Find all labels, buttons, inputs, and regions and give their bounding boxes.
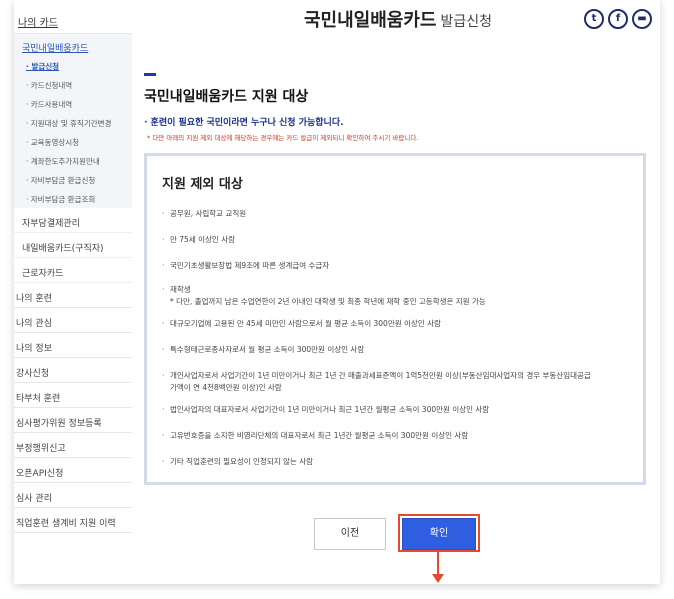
exclusion-text: 개인사업자로서 사업기간이 1년 미만이거나 최근 1년 간 매출과세표준액이 … <box>170 371 591 380</box>
confirm-button[interactable]: 확인 <box>402 518 476 550</box>
exclusion-item: · 개인사업자로서 사업기간이 1년 미만이거나 최근 1년 간 매출과세표준액이… <box>162 370 642 394</box>
sidebar-menu-item[interactable]: 나의 정보 <box>14 333 132 358</box>
exclusion-list: · 공무원, 사립학교 교직원 · 만 75세 이상인 사람 · 국민기초생활보장법 제9… <box>162 208 642 468</box>
sidebar-link[interactable]: · 카드신청내역 <box>14 75 132 94</box>
page-title-main: 국민내일배움카드 <box>304 10 437 31</box>
page-frame: 나의 카드 국민내일배움카드 · 발급신청 · 카드신청내역 · 카드사용내역 · 지… <box>14 0 660 584</box>
facebook-icon[interactable]: f <box>608 9 628 29</box>
sidebar-menu-item[interactable]: 강사신청 <box>14 358 132 383</box>
section-accent-bar <box>144 73 156 76</box>
exclusion-text: 기타 직업훈련의 필요성이 인정되지 않는 사람 <box>170 457 314 466</box>
exclusion-item: · 법인사업자의 대표자로서 사업기간이 1년 미만이거나 최근 1년간 월평균 … <box>162 404 642 416</box>
page-title: 국민내일배움카드 발급신청 <box>304 6 492 32</box>
bullet-icon: · <box>162 345 165 354</box>
sidebar-menu-item[interactable]: 오픈API신청 <box>14 458 132 483</box>
sidebar-item[interactable]: 내일배움카드(구직자) <box>14 233 132 258</box>
arrow-down-icon <box>432 574 444 583</box>
section-title: 국민내일배움카드 지원 대상 <box>144 89 309 105</box>
sidebar-link[interactable]: · 계좌한도추가지원안내 <box>14 151 132 170</box>
sidebar-menu-item[interactable]: 심사평가위원 정보등록 <box>14 408 132 433</box>
exclusion-item: · 공무원, 사립학교 교직원 <box>162 208 642 220</box>
sidebar-menu-item[interactable]: 나의 훈련 <box>14 283 132 308</box>
sidebar-link[interactable]: · 발급신청 <box>14 56 132 75</box>
sidebar-link[interactable]: · 자비부담금 환급조회 <box>14 189 132 208</box>
sidebar-menu-item[interactable]: 직업훈련 생계비 지원 이력 <box>14 508 132 533</box>
twitter-icon[interactable]: t <box>584 9 604 29</box>
sidebar-submenu: 국민내일배움카드 · 발급신청 · 카드신청내역 · 카드사용내역 · 지원대상 및 … <box>14 34 132 208</box>
exclusion-box-title: 지원 제외 대상 <box>162 177 243 192</box>
sidebar-item-national-card[interactable]: 국민내일배움카드 <box>14 34 132 56</box>
bullet-icon: · <box>162 457 165 466</box>
print-icon[interactable]: ▬ <box>632 9 652 29</box>
sidebar-link[interactable]: · 교육동영상시청 <box>14 132 132 151</box>
exclusion-item: · 국민기초생활보장법 제9조에 따른 생계급여 수급자 <box>162 260 642 272</box>
exclusion-item: · 특수형태근로종사자로서 월 평균 소득이 300만원 이상인 사람 <box>162 344 642 356</box>
prev-button[interactable]: 이전 <box>314 518 386 550</box>
bullet-icon: · <box>162 319 165 328</box>
exclusion-warning: * 다만 아래의 지원 제외 대상에 해당하는 경우에는 카드 발급이 제외되니… <box>147 134 419 142</box>
sidebar-link[interactable]: · 자비부담금 환급신청 <box>14 170 132 189</box>
exclusion-item: · 고유번호증을 소지한 비영리단체의 대표자로서 최근 1년간 월평균 소득이 … <box>162 430 642 442</box>
bullet-icon: · <box>162 285 165 294</box>
exclusion-text: 법인사업자의 대표자로서 사업기간이 1년 미만이거나 최근 1년간 월평균 소… <box>170 405 490 414</box>
page-title-sub: 발급신청 <box>440 14 493 30</box>
sidebar-menu-item[interactable]: 부정행위신고 <box>14 433 132 458</box>
exclusion-item: · 기타 직업훈련의 필요성이 인정되지 않는 사람 <box>162 456 642 468</box>
exclusion-text: 국민기초생활보장법 제9조에 따른 생계급여 수급자 <box>170 261 330 270</box>
sidebar-item[interactable]: 근로자카드 <box>14 258 132 283</box>
exclusion-text: 만 75세 이상인 사람 <box>170 235 235 244</box>
pointer-arrow-line <box>437 552 439 576</box>
exclusion-item: · 대규모기업에 고용된 만 45세 미만인 사람으로서 월 평균 소득이 300… <box>162 318 642 330</box>
exclusion-subtext: 가액이 연 4천8백만원 이상)인 사람 <box>170 383 282 392</box>
eligibility-notice: · 훈련이 필요한 국민이라면 누구나 신청 가능합니다. <box>144 118 344 128</box>
exclusion-text: 재학생 <box>170 285 191 294</box>
sidebar: 나의 카드 국민내일배움카드 · 발급신청 · 카드신청내역 · 카드사용내역 · 지… <box>14 0 132 584</box>
sidebar-menu-item[interactable]: 나의 관심 <box>14 308 132 333</box>
sidebar-link[interactable]: · 카드사용내역 <box>14 94 132 113</box>
exclusion-text: 대규모기업에 고용된 만 45세 미만인 사람으로서 월 평균 소득이 300만… <box>170 319 441 328</box>
sidebar-menu-item[interactable]: 심사 관리 <box>14 483 132 508</box>
exclusion-text: 고유번호증을 소지한 비영리단체의 대표자로서 최근 1년간 월평균 소득이 3… <box>170 431 469 440</box>
bullet-icon: · <box>162 371 165 380</box>
sidebar-menu-item[interactable]: 타부처 훈련 <box>14 383 132 408</box>
exclusion-text: 공무원, 사립학교 교직원 <box>170 209 247 218</box>
sidebar-item[interactable]: 자부담결제관리 <box>14 208 132 233</box>
sidebar-top-my-card[interactable]: 나의 카드 <box>14 0 132 34</box>
exclusion-text: 특수형태근로종사자로서 월 평균 소득이 300만원 이상인 사람 <box>170 345 365 354</box>
bullet-icon: · <box>162 261 165 270</box>
exclusion-subtext: * 다만, 졸업까지 남은 수업연한이 2년 이내인 대학생 및 최종 학년에 … <box>170 297 486 306</box>
bullet-icon: · <box>162 209 165 218</box>
bullet-icon: · <box>162 405 165 414</box>
exclusion-item: · 만 75세 이상인 사람 <box>162 234 642 246</box>
sidebar-link[interactable]: · 지원대상 및 휴직기간변경 <box>14 113 132 132</box>
bullet-icon: · <box>162 431 165 440</box>
exclusion-box: 지원 제외 대상 · 공무원, 사립학교 교직원 · 만 75세 이상인 사람 · 국민기… <box>144 153 646 485</box>
exclusion-item: · 재학생 * 다만, 졸업까지 남은 수업연한이 2년 이내인 대학생 및 최종 … <box>162 284 642 308</box>
bullet-icon: · <box>162 235 165 244</box>
